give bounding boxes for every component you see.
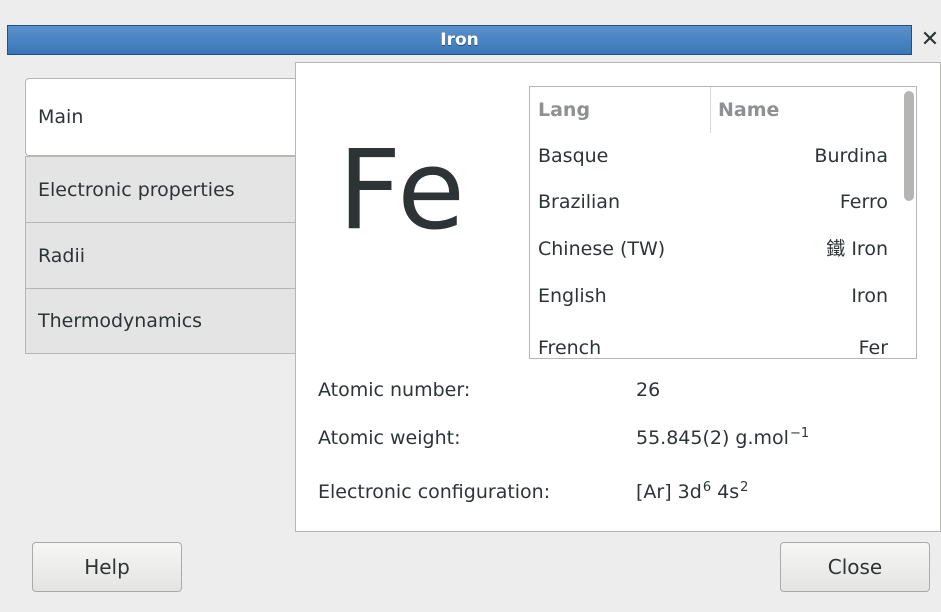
- config-exponent-2: 2: [740, 480, 749, 495]
- name-cell: Ferro: [839, 191, 888, 213]
- atomic-number-label: Atomic number:: [318, 379, 471, 401]
- config-exponent-1: 6: [702, 480, 712, 495]
- main-panel: Fe Lang Name Basque Burdina Brazilian Fe…: [295, 62, 941, 532]
- tab-label: Thermodynamics: [38, 310, 203, 332]
- name-cell: 鐵 Iron: [826, 238, 888, 260]
- table-row[interactable]: English Iron: [530, 273, 888, 319]
- name-cell: Burdina: [814, 145, 888, 167]
- name-cell: Fer: [858, 337, 888, 359]
- atomic-weight-label: Atomic weight:: [318, 427, 461, 449]
- scrollbar-thumb[interactable]: [904, 91, 914, 201]
- lang-column-header[interactable]: Lang: [538, 87, 590, 133]
- tab-thermodynamics[interactable]: Thermodynamics: [25, 288, 296, 354]
- tab-label: Electronic properties: [38, 178, 235, 201]
- column-separator: [710, 87, 711, 133]
- lang-cell: Chinese (TW): [538, 238, 666, 260]
- electronic-configuration-label: Electronic configuration:: [318, 481, 551, 503]
- close-icon[interactable]: ✕: [919, 26, 941, 54]
- title-bar[interactable]: Iron: [7, 25, 912, 55]
- dialog-window: Iron ✕ Main Electronic properties Radii …: [0, 0, 941, 612]
- table-row[interactable]: Basque Burdina: [530, 133, 888, 179]
- tab-label: Radii: [38, 244, 86, 267]
- atomic-weight-number: 55.845(2) g.mol: [636, 427, 789, 449]
- atomic-weight-value: 55.845(2) g.mol−1: [636, 423, 809, 453]
- config-mid: 4s: [711, 481, 740, 503]
- tab-label: Main: [38, 106, 84, 128]
- lang-cell: Brazilian: [538, 191, 620, 213]
- close-button[interactable]: Close: [780, 542, 930, 592]
- table-row[interactable]: French Fer: [530, 325, 888, 359]
- tab-radii[interactable]: Radii: [25, 222, 296, 289]
- help-button[interactable]: Help: [32, 542, 182, 592]
- lang-cell: French: [538, 337, 602, 359]
- lang-cell: English: [538, 285, 607, 307]
- names-table[interactable]: Lang Name Basque Burdina Brazilian Ferro…: [529, 86, 917, 359]
- lang-cell: Basque: [538, 145, 609, 167]
- window-title: Iron: [440, 30, 479, 50]
- name-cell: Iron: [851, 285, 888, 307]
- unit-exponent: −1: [789, 426, 810, 441]
- names-table-header: Lang Name: [530, 87, 898, 133]
- tab-main[interactable]: Main: [25, 78, 296, 156]
- tab-electronic-properties[interactable]: Electronic properties: [25, 156, 296, 223]
- atomic-number-value: 26: [636, 379, 661, 401]
- table-row[interactable]: Chinese (TW) 鐵 Iron: [530, 226, 888, 272]
- element-symbol: Fe: [338, 126, 467, 254]
- name-column-header[interactable]: Name: [718, 87, 779, 133]
- table-row[interactable]: Brazilian Ferro: [530, 179, 888, 225]
- config-prefix: [Ar] 3d: [636, 481, 702, 503]
- electronic-configuration-value: [Ar] 3d6 4s2: [636, 477, 748, 507]
